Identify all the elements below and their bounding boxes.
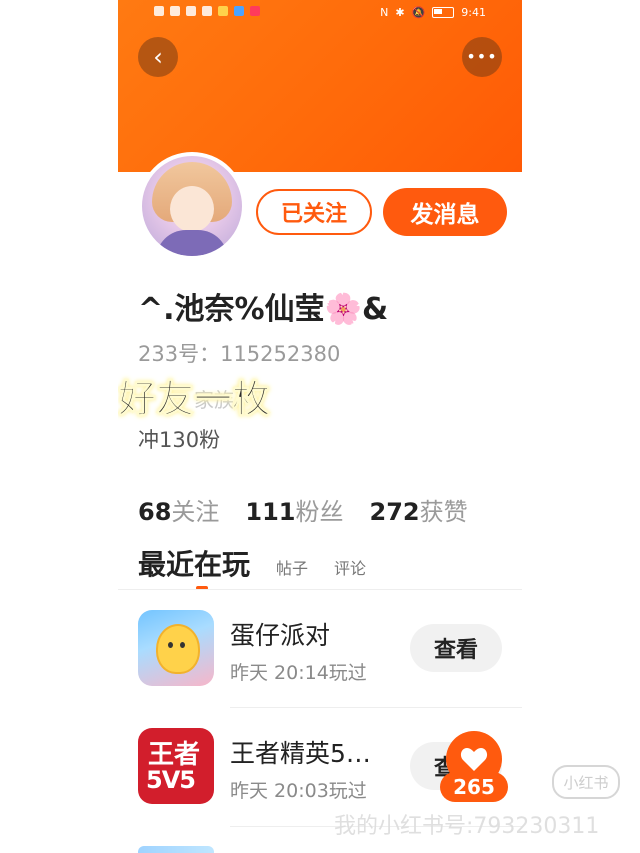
nfc-icon: N <box>380 6 389 19</box>
signal-icon <box>170 6 180 16</box>
username: ^.池奈%仙莹🌸& <box>138 292 389 327</box>
send-message-button[interactable]: 发消息 <box>383 188 507 236</box>
game-icon-partial <box>138 846 214 853</box>
back-button[interactable]: ‹ <box>138 37 178 77</box>
stat-following[interactable]: 68关注 <box>138 492 219 527</box>
game-played-time: 昨天 20:14玩过 <box>230 662 367 684</box>
chevron-left-icon: ‹ <box>153 43 163 71</box>
kings-5v5-icon: 王者 5V5 <box>138 728 214 804</box>
view-button[interactable]: 查看 <box>410 624 502 672</box>
wifi-icon <box>186 6 196 16</box>
more-dots-icon: ••• <box>466 47 498 66</box>
app-icon <box>250 6 260 16</box>
bluetooth-icon: ✱ <box>395 6 405 19</box>
status-icons-left <box>154 6 260 16</box>
status-time: 9:41 <box>461 6 486 19</box>
battery-icon <box>432 7 455 18</box>
stats-row: 68关注 111粉丝 272获赞 <box>138 492 468 527</box>
tabs-divider <box>118 589 522 590</box>
game-played-time: 昨天 20:03玩过 <box>230 780 367 802</box>
tab-posts[interactable]: 帖子 <box>276 555 308 579</box>
list-item[interactable]: 蛋仔派对 昨天 20:14玩过 查看 <box>138 610 522 710</box>
weibo-icon <box>218 6 228 16</box>
wechat-icon <box>202 6 212 16</box>
status-bar: N ✱ 🔕 9:41 <box>118 0 522 26</box>
watermark-text: 我的小红书号:793230311 <box>334 814 600 839</box>
bio-sticker-text: 好友一枚 <box>118 377 271 422</box>
avatar[interactable] <box>138 152 246 260</box>
eggy-party-icon <box>138 610 214 686</box>
mute-icon: 🔕 <box>411 6 426 19</box>
watermark-logo: 小红书 <box>552 765 620 799</box>
tab-comments[interactable]: 评论 <box>334 555 366 579</box>
browser-icon <box>234 6 244 16</box>
profile-screen: N ✱ 🔕 9:41 ‹ ••• 已关注 发消息 ^.池奈%仙莹🌸& 233号：… <box>118 0 522 853</box>
stat-likes[interactable]: 272获赞 <box>370 492 468 527</box>
profile-tabs: 最近在玩 帖子 评论 <box>138 543 366 590</box>
user-id: 233号：115252380 <box>138 342 341 366</box>
row-divider <box>230 707 522 708</box>
tab-recently-played[interactable]: 最近在玩 <box>138 543 250 590</box>
like-count: 265 <box>440 772 508 802</box>
more-button[interactable]: ••• <box>462 37 502 77</box>
game-title: 王者精英5… <box>230 739 371 768</box>
bio-text: 冲130粉 <box>138 428 221 452</box>
hd-icon <box>154 6 164 16</box>
game-title: 蛋仔派对 <box>230 621 331 650</box>
status-icons-right: N ✱ 🔕 9:41 <box>380 6 486 19</box>
heart-icon <box>460 748 488 771</box>
stat-fans[interactable]: 111粉丝 <box>245 492 343 527</box>
following-button[interactable]: 已关注 <box>256 189 372 235</box>
